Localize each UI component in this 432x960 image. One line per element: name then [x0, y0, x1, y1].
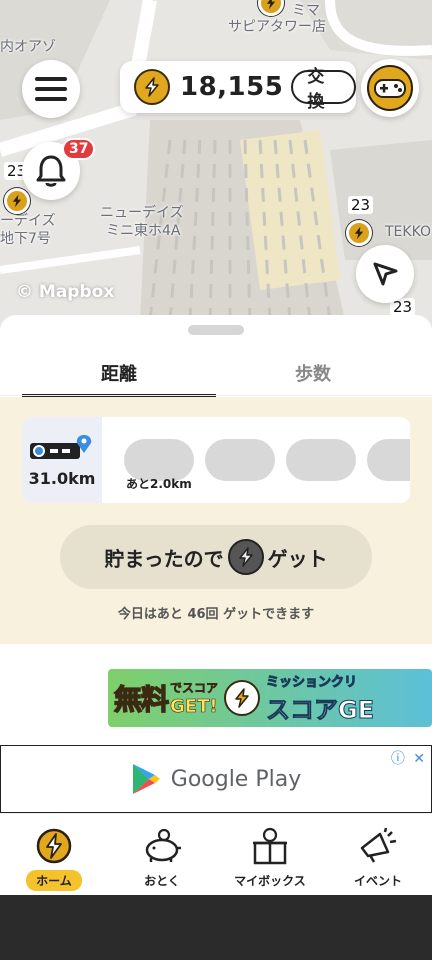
mapbox-attribution[interactable]: © Mapbox	[16, 282, 114, 302]
coin-icon	[34, 826, 74, 866]
piggy-bank-icon	[142, 826, 182, 866]
game-button[interactable]	[361, 59, 419, 117]
locate-me-button[interactable]	[356, 245, 414, 303]
map-label-tekko: TEKKO	[385, 224, 432, 240]
progress-card: 31.0km あと2.0km	[22, 417, 410, 503]
progress-slot	[367, 439, 410, 481]
tab-distance[interactable]: 距離	[22, 355, 216, 397]
map-label-fides: ーデイズ	[0, 213, 56, 229]
remaining-gets-text: 今日はあと 46回 ゲットできます	[117, 607, 315, 622]
system-navigation-bar	[0, 895, 432, 960]
map-coin-marker[interactable]	[346, 220, 372, 246]
route-icon	[30, 434, 92, 459]
tab-divider	[0, 395, 432, 396]
menu-button[interactable]	[22, 60, 80, 118]
banner-main-text: 無料	[113, 682, 170, 717]
google-play-icon	[132, 764, 160, 794]
points-value: 18,155	[180, 72, 284, 102]
lightning-icon	[224, 680, 261, 716]
points-display: 18,155 交換	[120, 61, 356, 113]
megaphone-icon	[358, 826, 398, 866]
banner-right-bottom: スコアGE	[266, 696, 375, 725]
remaining-distance: あと2.0km	[126, 477, 192, 491]
banner-sub-top: でスコア	[170, 681, 219, 696]
tab-steps[interactable]: 歩数	[216, 355, 410, 397]
sheet-grabber[interactable]	[188, 325, 244, 335]
promo-banner[interactable]: 無料 でスコア GET! ミッションクリ スコアGE	[108, 669, 432, 727]
hamburger-icon	[35, 77, 67, 101]
bottom-sheet: 距離 歩数 31.0km あと2.0km 貯まったので ゲット 今日はあと 46…	[0, 315, 432, 815]
ad-text: Google Play	[170, 766, 302, 792]
distance-box: 31.0km	[22, 417, 102, 503]
tab-bar: 距離 歩数	[22, 355, 410, 397]
ad-controls[interactable]: ⓘ ✕	[391, 748, 425, 768]
coin-icon	[134, 69, 170, 105]
get-reward-button[interactable]: 貯まったので ゲット	[60, 525, 372, 589]
bottom-navigation: ホーム おとく マイボックス イベント	[0, 813, 432, 895]
banner-right-top: ミッションクリ	[266, 675, 358, 691]
lightning-icon	[12, 194, 22, 208]
exchange-button[interactable]: 交換	[291, 67, 356, 112]
nav-home[interactable]: ホーム	[0, 814, 108, 895]
progress-slot	[205, 439, 275, 481]
map-label-newdays-sub: ミニ東ホ4A	[106, 223, 181, 239]
progress-slot	[286, 439, 356, 481]
google-play-ad[interactable]: Google Play ⓘ ✕	[0, 745, 432, 813]
nav-events[interactable]: イベント	[324, 814, 432, 895]
map-label-sapia: サピアタワー店	[228, 19, 326, 35]
gift-box-icon	[250, 826, 290, 866]
lightning-icon	[354, 226, 364, 240]
distance-panel: 31.0km あと2.0km 貯まったので ゲット 今日はあと 46回 ゲットで…	[0, 397, 432, 644]
navigation-arrow-icon	[373, 262, 398, 286]
map-label-uchioazo: 内オアゾ	[0, 39, 56, 55]
nav-mybox-label: マイボックス	[234, 874, 306, 888]
coin-icon	[227, 539, 264, 575]
lightning-icon	[266, 0, 276, 10]
get-button-prefix: 貯まったので	[104, 546, 224, 571]
nav-deals[interactable]: おとく	[108, 814, 216, 895]
gamepad-icon	[367, 65, 413, 111]
notification-count-badge: 37	[62, 138, 96, 160]
nav-home-label: ホーム	[26, 870, 82, 891]
banner-sub-bottom: GET!	[170, 696, 218, 718]
close-icon[interactable]: ✕	[413, 751, 425, 767]
nav-mybox[interactable]: マイボックス	[216, 814, 324, 895]
banner-right: ミッションクリ スコアGE	[266, 669, 375, 727]
nav-events-label: イベント	[353, 874, 402, 888]
map-count-badge: 23	[348, 196, 374, 214]
info-icon[interactable]: ⓘ	[391, 751, 405, 767]
bell-icon	[36, 155, 66, 187]
map-label-newdays: ニューデイズ	[100, 205, 184, 221]
nav-deals-label: おとく	[144, 874, 180, 888]
map-coin-marker[interactable]	[4, 188, 30, 214]
get-button-suffix: ゲット	[267, 546, 328, 571]
map-label-chika7: 地下7号	[0, 231, 51, 247]
app-screen: ミマ サピアタワー店 内オアゾ ニューデイズ ミニ東ホ4A ーデイズ 地下7号 …	[0, 0, 432, 960]
distance-value: 31.0km	[28, 468, 96, 488]
